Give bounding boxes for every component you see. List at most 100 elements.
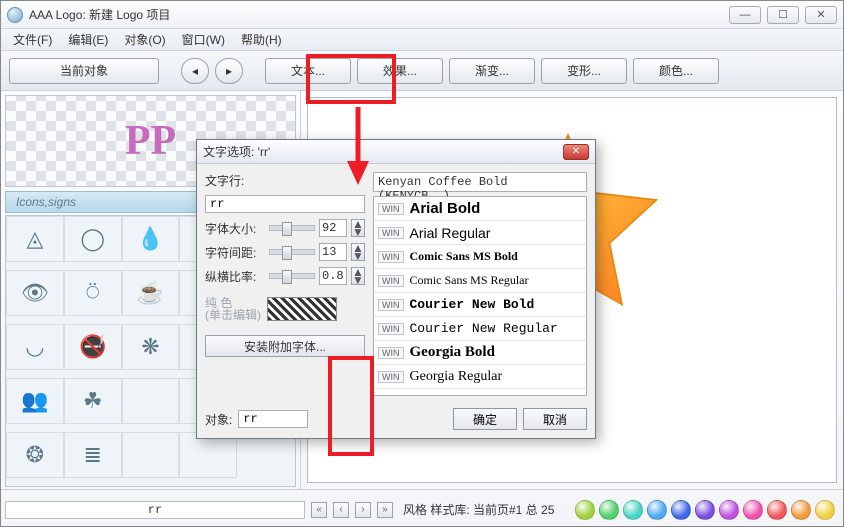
shape-ban[interactable]: 🚭 xyxy=(64,324,122,370)
palette-dot[interactable] xyxy=(599,500,619,520)
palette-dot[interactable] xyxy=(623,500,643,520)
font-row[interactable]: WIN Courier New Bold xyxy=(374,293,586,317)
shape-drop[interactable]: 💧 xyxy=(122,216,180,262)
dialog-close-button[interactable]: ✕ xyxy=(563,144,589,160)
font-row[interactable]: WIN Georgia Regular xyxy=(374,365,586,389)
next-button[interactable]: ▸ xyxy=(215,58,243,84)
style-first-button[interactable]: « xyxy=(311,502,327,518)
transform-button[interactable]: 变形... xyxy=(541,58,627,84)
app-window: AAA Logo: 新建 Logo 项目 — ☐ ✕ 文件(F) 编辑(E) 对… xyxy=(0,0,844,527)
font-platform-tag: WIN xyxy=(378,299,404,311)
selected-font-name: Kenyan Coffee Bold (KENYCB__) xyxy=(373,172,587,192)
aspect-ratio-slider[interactable] xyxy=(269,273,315,279)
pure-color-label: 纯 色(单击编辑) xyxy=(205,297,261,321)
dialog-title: 文字选项: 'rr' xyxy=(203,143,270,160)
minimize-button[interactable]: — xyxy=(729,6,761,24)
text-options-dialog: 文字选项: 'rr' ✕ 文字行: 字体大小: 92 ▲▼ 字符间距: 13 ▲… xyxy=(196,139,596,439)
shape-ono[interactable]: ⍥ xyxy=(64,270,122,316)
shape-bowl[interactable]: ◡ xyxy=(6,324,64,370)
font-list[interactable]: WINArial BoldWINArial RegularWINComic Sa… xyxy=(373,196,587,396)
install-fonts-button[interactable]: 安装附加字体... xyxy=(205,335,365,357)
object-name-display: rr xyxy=(5,501,305,519)
shape-eye[interactable]: 👁 xyxy=(6,270,64,316)
font-name-label: Georgia Regular xyxy=(410,369,503,385)
font-name-label: Courier New Regular xyxy=(410,321,558,336)
palette-dot[interactable] xyxy=(695,500,715,520)
style-last-button[interactable]: » xyxy=(377,502,393,518)
shape-spiral[interactable]: ❂ xyxy=(6,432,64,478)
status-bar: rr « ‹ › » 风格 样式库: 当前页#1 总 25 xyxy=(1,489,843,529)
object-label: 对象: xyxy=(205,411,232,428)
toolbar: 当前对象 ◂ ▸ 文本... 效果... 渐变... 变形... 颜色... xyxy=(1,51,843,91)
window-title: AAA Logo: 新建 Logo 项目 xyxy=(29,6,729,23)
text-row-label: 文字行: xyxy=(205,172,365,189)
menu-file[interactable]: 文件(F) xyxy=(5,29,60,50)
font-platform-tag: WIN xyxy=(378,371,404,383)
menu-edit[interactable]: 编辑(E) xyxy=(60,29,116,50)
menu-object[interactable]: 对象(O) xyxy=(116,29,173,50)
palette-dot[interactable] xyxy=(791,500,811,520)
font-platform-tag: WIN xyxy=(378,203,404,215)
letter-spacing-stepper[interactable]: ▲▼ xyxy=(351,243,365,261)
shape-tri[interactable]: ◬ xyxy=(6,216,64,262)
menu-bar: 文件(F) 编辑(E) 对象(O) 窗口(W) 帮助(H) xyxy=(1,29,843,51)
shape-fan[interactable]: ❋ xyxy=(122,324,180,370)
current-object-button[interactable]: 当前对象 xyxy=(9,58,159,84)
palette-dot[interactable] xyxy=(719,500,739,520)
palette-dot[interactable] xyxy=(767,500,787,520)
aspect-ratio-stepper[interactable]: ▲▼ xyxy=(351,267,365,285)
font-row[interactable]: WINComic Sans MS Regular xyxy=(374,269,586,293)
font-name-label: Arial Regular xyxy=(410,225,491,241)
font-platform-tag: WIN xyxy=(378,227,404,239)
font-size-slider[interactable] xyxy=(269,225,315,231)
shape-scr[interactable]: ≣ xyxy=(64,432,122,478)
font-size-label: 字体大小: xyxy=(205,220,265,237)
shape-ring[interactable]: ◯ xyxy=(64,216,122,262)
style-prev-button[interactable]: ‹ xyxy=(333,502,349,518)
palette-dot[interactable] xyxy=(815,500,835,520)
palette-dot[interactable] xyxy=(671,500,691,520)
font-name-label: Courier New Bold xyxy=(410,297,535,312)
font-row[interactable]: WIN Comic Sans MS Bold xyxy=(374,245,586,269)
color-button[interactable]: 颜色... xyxy=(633,58,719,84)
text-row-input[interactable] xyxy=(205,195,365,213)
maximize-button[interactable]: ☐ xyxy=(767,6,799,24)
style-page-info: 风格 样式库: 当前页#1 总 25 xyxy=(399,501,558,518)
font-platform-tag: WIN xyxy=(378,251,404,263)
font-size-stepper[interactable]: ▲▼ xyxy=(351,219,365,237)
title-bar: AAA Logo: 新建 Logo 项目 — ☐ ✕ xyxy=(1,1,843,29)
shape-x[interactable] xyxy=(122,432,180,478)
letter-spacing-value[interactable]: 13 xyxy=(319,243,347,261)
menu-window[interactable]: 窗口(W) xyxy=(174,29,233,50)
font-row[interactable]: WIN Arial Regular xyxy=(374,221,586,245)
ok-button[interactable]: 确定 xyxy=(453,408,517,430)
app-icon xyxy=(7,7,23,23)
color-swatch[interactable] xyxy=(267,297,337,321)
shape-x[interactable] xyxy=(122,378,180,424)
font-size-value[interactable]: 92 xyxy=(319,219,347,237)
font-name-label: Comic Sans MS Bold xyxy=(410,249,518,264)
close-button[interactable]: ✕ xyxy=(805,6,837,24)
prev-button[interactable]: ◂ xyxy=(181,58,209,84)
font-row[interactable]: WINArial Bold xyxy=(374,197,586,221)
gradient-button[interactable]: 渐变... xyxy=(449,58,535,84)
palette-dot[interactable] xyxy=(743,500,763,520)
object-name-field[interactable]: rr xyxy=(238,410,308,428)
aspect-ratio-label: 纵横比率: xyxy=(205,268,265,285)
text-button[interactable]: 文本... xyxy=(265,58,351,84)
aspect-ratio-value[interactable]: 0.8 xyxy=(319,267,347,285)
color-palette xyxy=(575,500,839,520)
font-row[interactable]: WINGeorgia Bold xyxy=(374,341,586,365)
letter-spacing-slider[interactable] xyxy=(269,249,315,255)
cancel-button[interactable]: 取消 xyxy=(523,408,587,430)
shape-clover[interactable]: ☘ xyxy=(64,378,122,424)
shape-mug[interactable]: ☕ xyxy=(122,270,180,316)
palette-dot[interactable] xyxy=(647,500,667,520)
palette-dot[interactable] xyxy=(575,500,595,520)
style-next-button[interactable]: › xyxy=(355,502,371,518)
letter-spacing-label: 字符间距: xyxy=(205,244,265,261)
font-row[interactable]: WINCourier New Regular xyxy=(374,317,586,341)
shape-people[interactable]: 👥 xyxy=(6,378,64,424)
menu-help[interactable]: 帮助(H) xyxy=(233,29,290,50)
effect-button[interactable]: 效果... xyxy=(357,58,443,84)
